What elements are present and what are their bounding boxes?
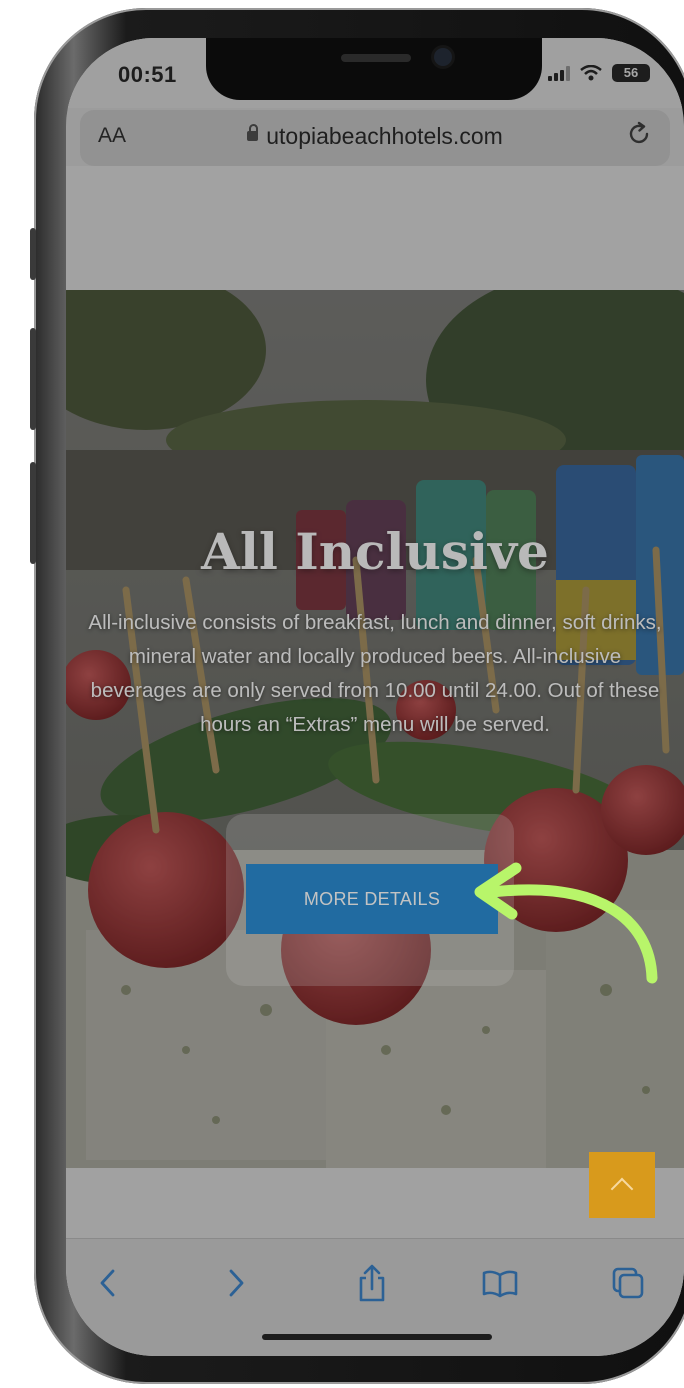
bookmarks-button[interactable] bbox=[470, 1253, 530, 1313]
bookmarks-icon bbox=[482, 1270, 518, 1298]
lock-icon bbox=[247, 123, 259, 141]
speaker bbox=[341, 54, 411, 62]
share-button[interactable] bbox=[342, 1253, 402, 1313]
tabs-button[interactable] bbox=[598, 1253, 658, 1313]
front-camera bbox=[434, 48, 452, 66]
hero-title: All Inclusive bbox=[201, 522, 549, 581]
battery-icon: 56 bbox=[612, 64, 650, 82]
reload-icon[interactable] bbox=[626, 120, 654, 148]
address-bar[interactable]: AA utopiabeachhotels.com bbox=[80, 110, 670, 166]
chevron-up-icon bbox=[610, 1177, 634, 1201]
tabs-icon bbox=[612, 1267, 644, 1299]
share-icon bbox=[359, 1264, 385, 1302]
wifi-icon bbox=[580, 65, 602, 81]
page-header-area bbox=[66, 166, 684, 290]
hero-description: All-inclusive consists of breakfast, lun… bbox=[88, 611, 662, 736]
side-button-silent bbox=[30, 228, 36, 280]
status-icons: 56 bbox=[548, 64, 650, 82]
signal-icon bbox=[548, 65, 570, 81]
status-bar: 00:51 56 bbox=[66, 38, 684, 108]
notch bbox=[206, 38, 542, 100]
status-time: 00:51 bbox=[118, 62, 177, 87]
back-icon bbox=[100, 1269, 115, 1297]
forward-button[interactable] bbox=[206, 1253, 266, 1313]
hero-section: All Inclusive All-inclusive consists of … bbox=[66, 290, 684, 1168]
forward-icon bbox=[229, 1269, 244, 1297]
home-indicator bbox=[262, 1334, 492, 1340]
url-text: utopiabeachhotels.com bbox=[266, 123, 503, 149]
side-button-volume-down bbox=[30, 462, 36, 564]
back-button[interactable] bbox=[78, 1253, 138, 1313]
side-button-volume-up bbox=[30, 328, 36, 430]
url-display[interactable]: utopiabeachhotels.com bbox=[80, 123, 670, 150]
phone-screen: 00:51 56 AA utopiabeachhotels.com All In… bbox=[66, 38, 684, 1356]
more-details-button[interactable]: MORE DETAILS bbox=[246, 864, 498, 934]
scroll-to-top-button[interactable] bbox=[589, 1152, 655, 1218]
